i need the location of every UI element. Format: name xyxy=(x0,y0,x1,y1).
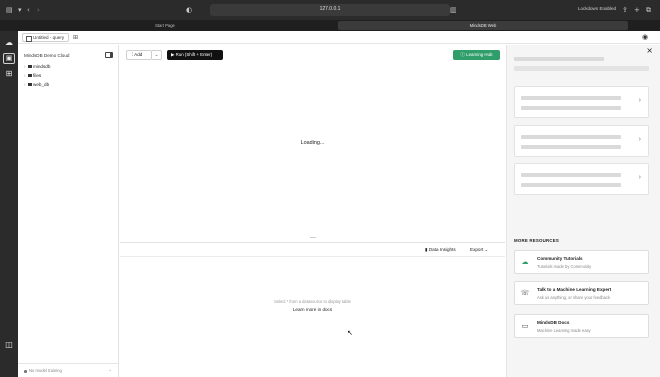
add-dropdown-button[interactable]: ⌄ xyxy=(152,50,162,60)
training-status[interactable]: No model training → xyxy=(18,363,118,377)
resource-card-expert[interactable]: ☏ Talk to a Machine Learning Expert Ask … xyxy=(514,281,649,305)
mindsdb-logo-icon[interactable]: ☁ xyxy=(3,37,15,48)
sidebar-title: MindsDB Demo Cloud xyxy=(24,53,70,58)
resize-handle[interactable] xyxy=(310,237,316,238)
query-editor-icon[interactable]: ▣ xyxy=(3,53,15,64)
docs-link[interactable]: Learn more in docs xyxy=(120,307,505,312)
results-panel: ▮ Data Insights Export ⌄ Select * from a… xyxy=(120,242,505,377)
book-icon: ▭ xyxy=(521,322,529,330)
arrow-right-icon: → xyxy=(107,367,112,373)
tutorial-icon: ☁ xyxy=(521,258,529,266)
skeleton-line xyxy=(521,135,621,139)
folder-icon xyxy=(27,64,32,68)
skeleton-card[interactable]: › xyxy=(514,125,649,157)
reader-icon[interactable]: ▥ xyxy=(450,5,457,15)
chevron-down-icon: ⌄ xyxy=(154,52,159,57)
skeleton-line xyxy=(521,106,621,110)
skeleton-line xyxy=(521,183,621,187)
close-icon[interactable]: × xyxy=(646,46,653,55)
mouse-cursor-icon: ↖ xyxy=(347,329,353,337)
data-insights-button[interactable]: ▮ Data Insights xyxy=(425,247,456,253)
add-button[interactable]: ⫶ Add xyxy=(126,50,152,60)
shield-icon[interactable]: ◐ xyxy=(186,5,192,15)
status-dot-icon xyxy=(24,370,27,373)
database-sidebar: MindsDB Demo Cloud › mindsdb › files › web_… xyxy=(18,45,119,377)
tabs-overview-icon[interactable]: ⧉ xyxy=(646,5,651,15)
chevron-down-icon[interactable]: ▾ xyxy=(18,5,22,15)
tab-start-page[interactable]: Start Page xyxy=(20,21,310,30)
back-icon[interactable]: ‹ xyxy=(27,5,30,15)
results-hint: Select * from a datasource to display ta… xyxy=(274,299,351,304)
chevron-right-icon[interactable]: › xyxy=(24,64,26,69)
share-icon[interactable]: ⇪ xyxy=(622,5,628,15)
profile-icon[interactable]: ◉ xyxy=(642,33,648,41)
chevron-right-icon[interactable]: › xyxy=(24,82,26,87)
url-text: 127.0.0.1 xyxy=(319,6,341,12)
loading-text: Loading... xyxy=(300,140,325,146)
browser-tabbar: Start Page MindsDB Web xyxy=(0,20,660,31)
database-icon xyxy=(27,82,32,86)
chevron-right-icon: › xyxy=(638,174,641,181)
lockdown-status: Lockdown Enabled xyxy=(578,6,617,11)
learning-hub-panel: × › › › MORE RESOURCES ☁ Community Tutor… xyxy=(506,45,660,377)
skeleton-line xyxy=(521,145,621,149)
models-icon[interactable]: ⊞ xyxy=(3,68,15,79)
skeleton-line xyxy=(514,57,604,61)
learning-hub-button[interactable]: ⓘ Learning Hub xyxy=(453,50,500,60)
sidebar-toggle-icon[interactable]: ▤ xyxy=(6,5,13,15)
tab-mindsdb-web[interactable]: MindsDB Web xyxy=(338,21,628,30)
resource-card-docs[interactable]: ▭ MindsDB Docs Machine Learning made eas… xyxy=(514,314,649,338)
more-resources-title: MORE RESOURCES xyxy=(514,238,560,243)
new-tab-icon[interactable]: + xyxy=(634,5,640,15)
skeleton-line xyxy=(521,173,621,177)
tree-item-web-db[interactable]: › web_db xyxy=(24,81,49,88)
skeleton-line xyxy=(514,66,649,71)
forward-icon[interactable]: › xyxy=(37,5,40,15)
folder-icon xyxy=(27,73,32,77)
export-button[interactable]: Export ⌄ xyxy=(470,247,488,253)
chevron-right-icon: › xyxy=(638,136,641,143)
skeleton-line xyxy=(521,96,621,100)
query-tab[interactable]: Untitled - query xyxy=(22,33,70,42)
support-icon: ☏ xyxy=(520,289,530,297)
chevron-down-icon: ⌄ xyxy=(483,247,489,252)
left-rail: ☁ ▣ ⊞ ◫ xyxy=(0,31,18,377)
panel-toggle-icon[interactable]: ◫ xyxy=(3,339,15,350)
tree-item-mindsdb[interactable]: › mindsdb xyxy=(24,63,50,70)
chevron-right-icon[interactable]: › xyxy=(24,73,26,78)
run-button[interactable]: ▶ Run (Shift + Enter) xyxy=(167,50,223,60)
skeleton-card[interactable]: › xyxy=(514,86,649,118)
address-bar[interactable]: 127.0.0.1 xyxy=(210,4,450,16)
sidebar-collapse-icon[interactable] xyxy=(105,52,113,58)
query-editor[interactable]: ⫶ Add ⌄ ▶ Run (Shift + Enter) ⓘ Learning… xyxy=(120,45,505,241)
browser-titlebar: ▤ ▾ ‹ › ◐ 127.0.0.1 ▥ Lockdown Enabled ⇪… xyxy=(0,0,660,20)
table-grid-icon[interactable]: ⊞ xyxy=(73,34,78,41)
results-toolbar: ▮ Data Insights Export ⌄ xyxy=(120,243,505,257)
app-window: Untitled - query ⊞ ◉ MindsDB Demo Cloud … xyxy=(18,31,660,377)
query-tabs-bar: Untitled - query ⊞ xyxy=(18,31,660,44)
chevron-right-icon: › xyxy=(638,97,641,104)
skeleton-card[interactable]: › xyxy=(514,163,649,195)
resource-card-tutorials[interactable]: ☁ Community Tutorials Tutorials made by … xyxy=(514,250,649,274)
tree-item-files[interactable]: › files xyxy=(24,72,41,79)
